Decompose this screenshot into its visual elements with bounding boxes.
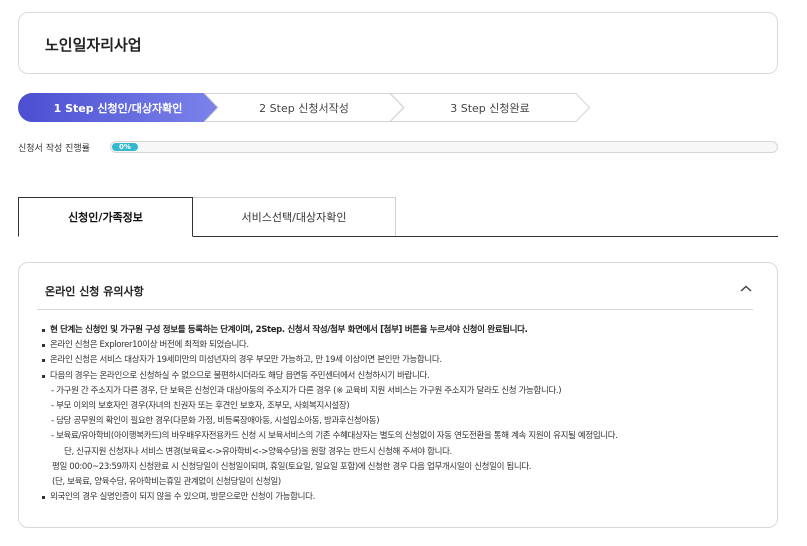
notice-subitem: - 부모 이외의 보호자인 경우(자녀의 친권자 또는 후견인 보호자, 조부모… xyxy=(51,401,350,412)
step-indicator: 1 Step 신청인/대상자확인 2 Step 신청서작성 3 Step 신청완… xyxy=(18,93,590,122)
tab-applicant-family-info[interactable]: 신청인/가족정보 xyxy=(18,197,193,237)
notice-list: 현 단계는 신청인 및 가구원 구성 정보를 등록하는 단계이며, 2Step.… xyxy=(41,323,761,505)
step-3-label: 3 Step 신청완료 xyxy=(450,101,530,115)
notice-item: 다음의 경우는 온라인으로 신청하실 수 없으므로 불편하시더라도 해당 읍면동… xyxy=(41,369,761,384)
notice-subitem: - 담당 공무원의 확인이 필요한 경우(다문화 가정, 비등록장애아동, 시설… xyxy=(51,416,380,427)
progress-label: 신청서 작성 진행률 xyxy=(18,144,90,154)
step-2: 2 Step 신청서작성 xyxy=(204,93,404,122)
notice-subitem: 단, 신규지원 신청자나 서비스 변경(보육료<->유아학비<->양육수당)을 … xyxy=(64,446,452,457)
step-3: 3 Step 신청완료 xyxy=(390,93,590,122)
tab-service-selection[interactable]: 서비스선택/대상자확인 xyxy=(193,197,396,236)
step-2-label: 2 Step 신청서작성 xyxy=(259,101,349,115)
page-title: 노인일자리사업 xyxy=(45,36,142,54)
notice-item: 현 단계는 신청인 및 가구원 구성 정보를 등록하는 단계이며, 2Step.… xyxy=(41,323,761,338)
notice-subitem: - 가구원 간 주소지가 다른 경우, 단 보육은 신청인과 대상아동의 주소지… xyxy=(51,385,562,396)
title-card: 노인일자리사업 xyxy=(18,12,778,74)
notice-item: 외국인의 경우 실명인증이 되지 않을 수 있으며, 방문으로만 신청이 가능합… xyxy=(41,490,761,505)
notice-text: (단, 보육료, 양육수당, 유아학비는휴일 관계없이 신청당일이 신청일) xyxy=(52,477,281,488)
notice-subitem: - 보육료/유아학비(아이행복카드)의 바우배우자전용카드 신청 시 보육서비스… xyxy=(51,431,618,442)
step-1: 1 Step 신청인/대상자확인 xyxy=(18,93,218,122)
progress-bar: 0% xyxy=(110,141,778,153)
notice-item: 온라인 신청은 Explorer10이상 버전에 최적화 되었습니다. xyxy=(41,338,761,353)
tab-bar: 신청인/가족정보 서비스선택/대상자확인 xyxy=(18,197,778,237)
notice-divider xyxy=(37,309,753,310)
notice-item: 온라인 신청은 서비스 대상자가 19세미만의 미성년자의 경우 부모만 가능하… xyxy=(41,353,761,368)
progress-fill: 0% xyxy=(112,143,138,151)
notice-panel: 온라인 신청 유의사항 현 단계는 신청인 및 가구원 구성 정보를 등록하는 … xyxy=(18,262,778,528)
step-1-label: 1 Step 신청인/대상자확인 xyxy=(53,101,183,115)
chevron-up-icon[interactable] xyxy=(739,283,753,295)
notice-text: 평일 00:00~23:59까지 신청완료 시 신청당일이 신청일이되며, 휴일… xyxy=(52,461,532,472)
notice-title: 온라인 신청 유의사항 xyxy=(45,285,144,298)
